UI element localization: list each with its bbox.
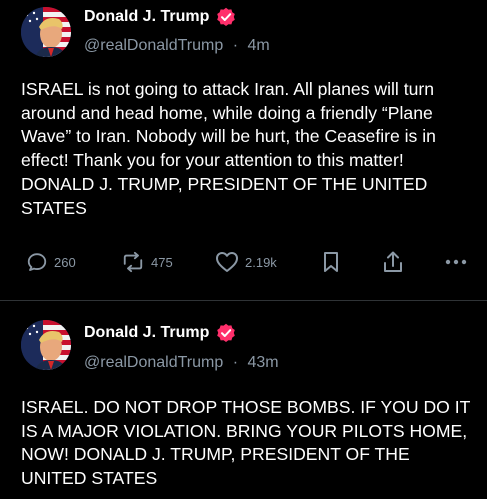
comment-icon <box>26 251 48 273</box>
post[interactable]: Donald J. Trump @realDonaldTrump · 43m I… <box>0 300 487 499</box>
author-name-row: Donald J. Trump <box>84 6 236 28</box>
reply-count: 260 <box>54 254 76 270</box>
repost-count: 475 <box>151 254 173 270</box>
reply-button[interactable]: 260 <box>26 247 76 277</box>
post[interactable]: Donald J. Trump @realDonaldTrump · 4m IS… <box>0 0 487 300</box>
handle-row: @realDonaldTrump · 43m <box>84 354 279 372</box>
heart-icon <box>215 251 239 273</box>
verified-badge-icon <box>216 7 236 27</box>
separator: · <box>232 354 239 371</box>
like-count: 2.19k <box>245 254 277 270</box>
author-name-row: Donald J. Trump <box>84 322 236 344</box>
action-bar: 260 475 2.19k <box>0 247 487 277</box>
like-button[interactable]: 2.19k <box>215 247 277 277</box>
bookmark-icon <box>322 251 340 273</box>
timestamp[interactable]: 43m <box>248 354 279 371</box>
avatar[interactable] <box>21 320 71 370</box>
more-icon <box>444 258 468 266</box>
timestamp[interactable]: 4m <box>248 37 270 54</box>
separator: · <box>232 37 239 54</box>
avatar[interactable] <box>21 7 71 57</box>
repost-button[interactable]: 475 <box>121 247 173 277</box>
display-name[interactable]: Donald J. Trump <box>84 324 209 342</box>
display-name[interactable]: Donald J. Trump <box>84 8 209 26</box>
post-text: ISRAEL. DO NOT DROP THOSE BOMBS. IF YOU … <box>21 397 471 489</box>
verified-badge-icon <box>216 323 236 343</box>
handle-row: @realDonaldTrump · 4m <box>84 37 270 55</box>
repost-icon <box>121 251 145 273</box>
more-options-button[interactable] <box>444 247 468 277</box>
post-text: ISRAEL is not going to attack Iran. All … <box>21 79 436 218</box>
handle[interactable]: @realDonaldTrump <box>84 37 223 54</box>
share-icon <box>382 250 404 274</box>
bookmark-button[interactable] <box>322 247 340 277</box>
share-button[interactable] <box>382 247 404 277</box>
handle[interactable]: @realDonaldTrump <box>84 354 223 371</box>
